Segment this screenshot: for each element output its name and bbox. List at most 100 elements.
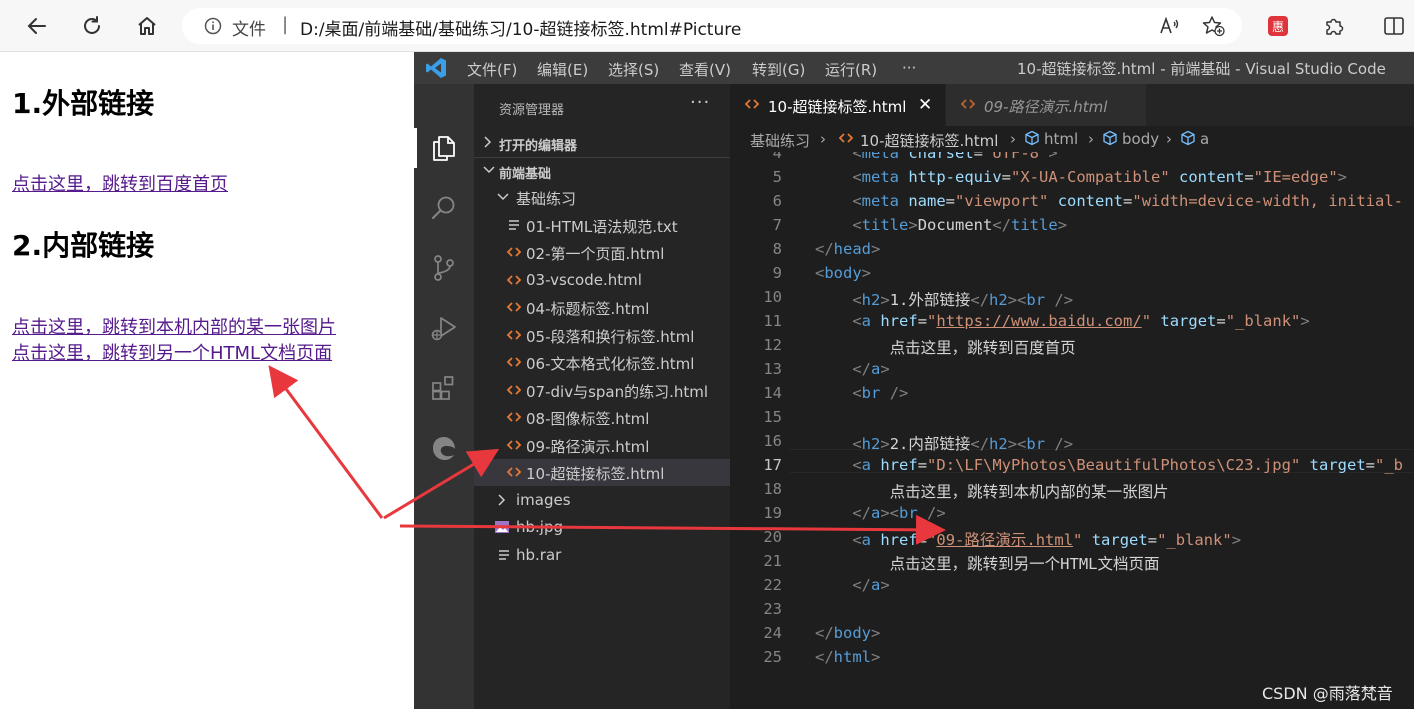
vscode-logo-icon — [425, 57, 447, 83]
html-file-icon — [506, 382, 522, 398]
home-icon[interactable] — [130, 10, 164, 42]
close-icon[interactable]: ✕ — [918, 95, 932, 115]
file-item[interactable]: 08-图像标签.html — [474, 404, 730, 431]
read-aloud-icon[interactable] — [1156, 12, 1184, 40]
tab-inactive[interactable]: 09-路径演示.html — [946, 84, 1146, 126]
code-line: 25 </html> — [763, 648, 881, 666]
menu-more[interactable]: ··· — [902, 59, 916, 77]
activity-active-indicator — [414, 128, 417, 168]
code-line: 11 <a href="https://www.baidu.com/" targ… — [763, 312, 1310, 330]
chevron-right-icon: › — [1010, 130, 1016, 148]
info-icon[interactable] — [204, 17, 222, 39]
file-item[interactable]: hb.jpg — [474, 514, 730, 541]
file-item[interactable]: 07-div与span的练习.html — [474, 377, 730, 404]
file-label: 01-HTML语法规范.txt — [526, 218, 678, 236]
code-line: 8 </head> — [772, 240, 881, 258]
file-item[interactable]: 05-段落和换行标签.html — [474, 322, 730, 349]
file-item[interactable]: 03-vscode.html — [474, 267, 730, 294]
code-area[interactable]: 4 <meta charset="UTF-8"> 5 <meta http-eq… — [730, 152, 1414, 709]
code-line: 15 — [763, 408, 782, 426]
file-item[interactable]: 02-第一个页面.html — [474, 239, 730, 266]
folder-images[interactable]: images — [474, 487, 730, 514]
breadcrumb-body[interactable]: body — [1122, 130, 1159, 148]
menu-run[interactable]: 运行(R) — [825, 59, 877, 80]
file-item[interactable]: 04-标题标签.html — [474, 294, 730, 321]
file-item[interactable]: 01-HTML语法规范.txt — [474, 212, 730, 239]
link-other-html[interactable]: 点击这里，跳转到另一个HTML文档页面 — [12, 339, 332, 365]
vscode-window: 文件(F) 编辑(E) 选择(S) 查看(V) 转到(G) 运行(R) ··· … — [414, 52, 1414, 709]
file-label: 09-路径演示.html — [526, 438, 650, 456]
open-editors-section[interactable]: 打开的编辑器 — [474, 130, 730, 156]
html-file-icon — [506, 464, 522, 480]
menu-file[interactable]: 文件(F) — [467, 59, 517, 80]
split-screen-icon[interactable] — [1380, 12, 1408, 40]
html-file-icon — [506, 409, 522, 425]
address-url[interactable]: D:/桌面/前端基础/基础练习/10-超链接标签.html#Picture — [300, 15, 741, 40]
code-line: 23 — [763, 600, 782, 618]
html-file-icon — [506, 272, 522, 288]
menu-view[interactable]: 查看(V) — [679, 59, 731, 80]
link-local-picture[interactable]: 点击这里，跳转到本机内部的某一张图片 — [12, 313, 336, 339]
menu-go[interactable]: 转到(G) — [752, 59, 805, 80]
code-line: 6 <meta name="viewport" content="width=d… — [772, 192, 1403, 210]
code-line-current: 17 <a href="D:\LF\MyPhotos\BeautifulPhot… — [763, 456, 1403, 474]
puzzle-icon[interactable] — [1320, 12, 1348, 40]
workspace-folder-label: 前端基础 — [499, 167, 552, 182]
breadcrumb-file[interactable]: 10-超链接标签.html — [860, 130, 998, 151]
file-label: 08-图像标签.html — [526, 410, 650, 428]
breadcrumb-a[interactable]: a — [1200, 130, 1209, 148]
link-baidu[interactable]: 点击这里，跳转到百度首页 — [12, 170, 228, 196]
refresh-icon[interactable] — [75, 10, 109, 42]
back-icon[interactable] — [20, 10, 54, 42]
html-file-icon — [506, 244, 522, 260]
file-label: 03-vscode.html — [526, 271, 642, 289]
code-line: 22 </a> — [763, 576, 890, 594]
address-bar[interactable]: 文件 | D:/桌面/前端基础/基础练习/10-超链接标签.html#Pictu… — [182, 8, 1242, 44]
folder-basic-practice[interactable]: 基础练习 — [474, 184, 730, 211]
menu-edit[interactable]: 编辑(E) — [537, 59, 588, 80]
workspace-folder-section[interactable]: 前端基础 — [474, 158, 730, 184]
code-line: 21 点击这里，跳转到另一个HTML文档页面 — [763, 552, 1160, 573]
address-separator: | — [282, 14, 289, 35]
file-label: 10-超链接标签.html — [526, 465, 665, 483]
chevron-right-icon — [496, 492, 512, 508]
menu-selection[interactable]: 选择(S) — [608, 59, 659, 80]
explorer-icon[interactable] — [424, 128, 464, 168]
text-file-icon — [496, 547, 512, 563]
chevron-down-icon — [482, 162, 496, 182]
source-control-icon[interactable] — [424, 248, 464, 288]
extension-icon[interactable]: 惠 — [1264, 12, 1292, 40]
run-debug-icon[interactable] — [424, 308, 464, 348]
tab-label: 10-超链接标签.html — [768, 98, 907, 116]
breadcrumb-folder[interactable]: 基础练习 — [750, 130, 810, 151]
explorer-header: 资源管理器 — [499, 103, 565, 118]
file-item[interactable]: 06-文本格式化标签.html — [474, 349, 730, 376]
edge-devtools-icon[interactable] — [424, 428, 464, 468]
html-file-icon — [506, 437, 522, 453]
explorer-more-button[interactable]: ··· — [690, 92, 710, 113]
file-item[interactable]: 09-路径演示.html — [474, 432, 730, 459]
text-file-icon — [506, 217, 522, 233]
extensions-icon[interactable] — [424, 368, 464, 408]
favorite-add-icon[interactable] — [1200, 12, 1228, 40]
file-item-selected[interactable]: 10-超链接标签.html — [474, 459, 730, 486]
activity-bar — [414, 84, 474, 709]
file-item[interactable]: hb.rar — [474, 542, 730, 569]
breadcrumb-html[interactable]: html — [1044, 130, 1078, 148]
code-line: 14 <br /> — [763, 384, 909, 402]
heading-internal-links: 2.内部链接 — [12, 229, 155, 262]
svg-text:惠: 惠 — [1272, 20, 1284, 34]
explorer-sidebar: 资源管理器 ··· 打开的编辑器 前端基础 基础练习 01-HTML语法规范.t… — [474, 84, 730, 709]
code-line: 10 <h2>1.外部链接</h2><br /> — [763, 288, 1074, 309]
code-line: 5 <meta http-equiv="X-UA-Compatible" con… — [772, 168, 1348, 186]
symbol-element-icon — [1024, 130, 1040, 150]
chevron-right-icon: › — [1088, 130, 1094, 148]
file-label: hb.rar — [516, 546, 562, 564]
chevron-right-icon: › — [820, 130, 826, 148]
tab-active[interactable]: 10-超链接标签.html ✕ — [730, 84, 945, 126]
rendered-page: 1.外部链接 点击这里，跳转到百度首页 2.内部链接 点击这里，跳转到本机内部的… — [0, 52, 414, 709]
browser-toolbar: 文件 | D:/桌面/前端基础/基础练习/10-超链接标签.html#Pictu… — [0, 0, 1414, 52]
code-line: 24 </body> — [763, 624, 881, 642]
search-icon[interactable] — [424, 188, 464, 228]
code-line: 12 点击这里，跳转到百度首页 — [763, 336, 1076, 357]
